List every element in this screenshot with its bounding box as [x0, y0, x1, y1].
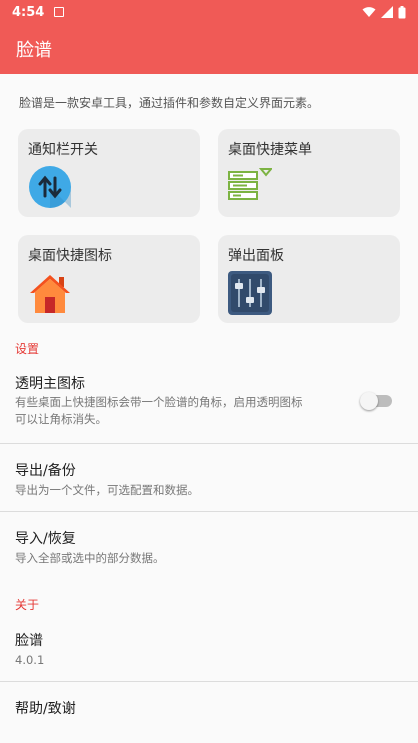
- card-desktop-shortcut-menu[interactable]: 桌面快捷菜单: [218, 129, 400, 217]
- app-title: 脸谱: [16, 40, 52, 61]
- pref-import-restore[interactable]: 导入/恢复 导入全部或选中的部分数据。: [0, 528, 418, 567]
- card-label: 桌面快捷图标: [28, 248, 112, 264]
- pref-about-app[interactable]: 脸谱 4.0.1: [0, 630, 418, 669]
- notification-icon: [54, 7, 65, 17]
- pref-transparent-icon[interactable]: 透明主图标 有些桌面上快捷图标会带一个脸谱的角标，启用透明图标 可以让角标消失。: [0, 373, 418, 428]
- wifi-icon: [362, 7, 376, 17]
- status-bar: 4:54: [0, 0, 418, 24]
- battery-icon: [398, 5, 406, 18]
- section-header-about: 关于: [15, 598, 40, 612]
- app-version: 4.0.1: [15, 653, 45, 667]
- status-time: 4:54: [12, 4, 45, 20]
- card-label: 桌面快捷菜单: [228, 142, 312, 158]
- divider: [0, 681, 418, 682]
- signal-icon: [381, 6, 393, 18]
- card-desktop-shortcut-icon[interactable]: 桌面快捷图标: [18, 235, 200, 323]
- status-icons: [362, 5, 406, 19]
- pref-title: 脸谱: [15, 633, 43, 649]
- pref-export-backup[interactable]: 导出/备份 导出为一个文件，可选配置和数据。: [0, 460, 418, 499]
- pref-summary-line1: 有些桌面上快捷图标会带一个脸谱的角标，启用透明图标: [15, 395, 303, 409]
- pref-summary-line2: 可以让角标消失。: [15, 412, 107, 426]
- home-icon: [30, 275, 70, 313]
- updown-arrows-icon: [29, 166, 71, 208]
- pref-help-thanks[interactable]: 帮助/致谢: [0, 698, 418, 718]
- pref-summary: 导入全部或选中的部分数据。: [15, 551, 165, 565]
- menu-list-icon: [228, 168, 272, 200]
- switch-thumb: [360, 392, 378, 410]
- card-label: 弹出面板: [228, 248, 284, 264]
- pref-title: 帮助/致谢: [15, 701, 76, 717]
- card-label: 通知栏开关: [28, 142, 98, 158]
- app-bar: 脸谱: [0, 24, 418, 74]
- divider: [0, 511, 418, 512]
- transparent-icon-switch[interactable]: [360, 392, 392, 410]
- card-notification-toggle[interactable]: 通知栏开关: [18, 129, 200, 217]
- card-popup-panel[interactable]: 弹出面板: [218, 235, 400, 323]
- pref-title: 导入/恢复: [15, 531, 76, 547]
- pref-summary: 导出为一个文件，可选配置和数据。: [15, 483, 199, 497]
- pref-title: 透明主图标: [15, 376, 85, 392]
- section-header-settings: 设置: [15, 342, 40, 356]
- divider: [0, 443, 418, 444]
- pref-title: 导出/备份: [15, 463, 76, 479]
- sliders-icon: [228, 271, 272, 315]
- app-description: 脸谱是一款安卓工具，通过插件和参数自定义界面元素。: [19, 96, 320, 110]
